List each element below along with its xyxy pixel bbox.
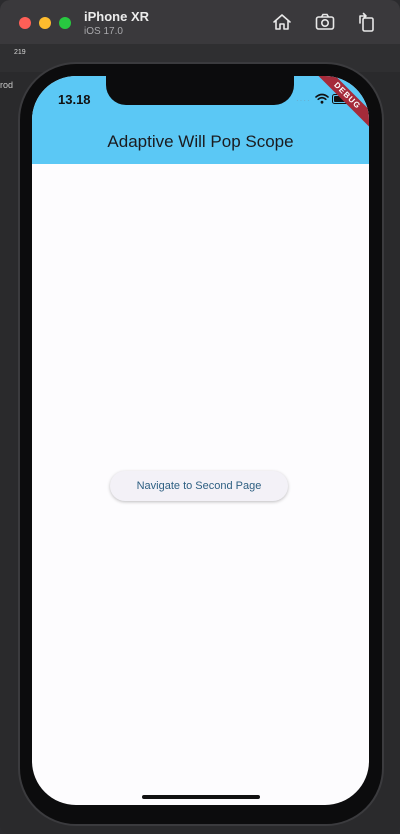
close-window-button[interactable] <box>19 17 31 29</box>
phone-screen: 13.18 ···· Adaptive Will Pop Scope DEBUG… <box>32 76 369 805</box>
device-notch <box>106 76 294 105</box>
navigate-to-second-page-button[interactable]: Navigate to Second Page <box>110 471 288 501</box>
zoom-window-button[interactable] <box>59 17 71 29</box>
os-version: iOS 17.0 <box>84 26 123 37</box>
notification-badge: 219 <box>14 49 26 56</box>
status-bar-time: 13.18 <box>58 92 91 107</box>
screenshot-icon[interactable] <box>314 11 336 33</box>
home-icon[interactable] <box>271 11 293 33</box>
minimize-window-button[interactable] <box>39 17 51 29</box>
desktop-label: rod <box>0 80 14 90</box>
rotate-icon[interactable] <box>356 11 378 33</box>
page-title: Adaptive Will Pop Scope <box>107 132 294 151</box>
simulator-window: iPhone XR iOS 17.0 219 rod 13.18 ···· Ad… <box>0 0 400 834</box>
wifi-icon <box>315 93 329 104</box>
app-bar: 13.18 ···· Adaptive Will Pop Scope DEBUG <box>32 76 369 164</box>
device-name: iPhone XR <box>84 9 150 24</box>
cellular-signal-icon: ···· <box>296 96 311 105</box>
simulator-titlebar: iPhone XR iOS 17.0 <box>0 0 400 44</box>
home-indicator[interactable] <box>142 795 260 799</box>
